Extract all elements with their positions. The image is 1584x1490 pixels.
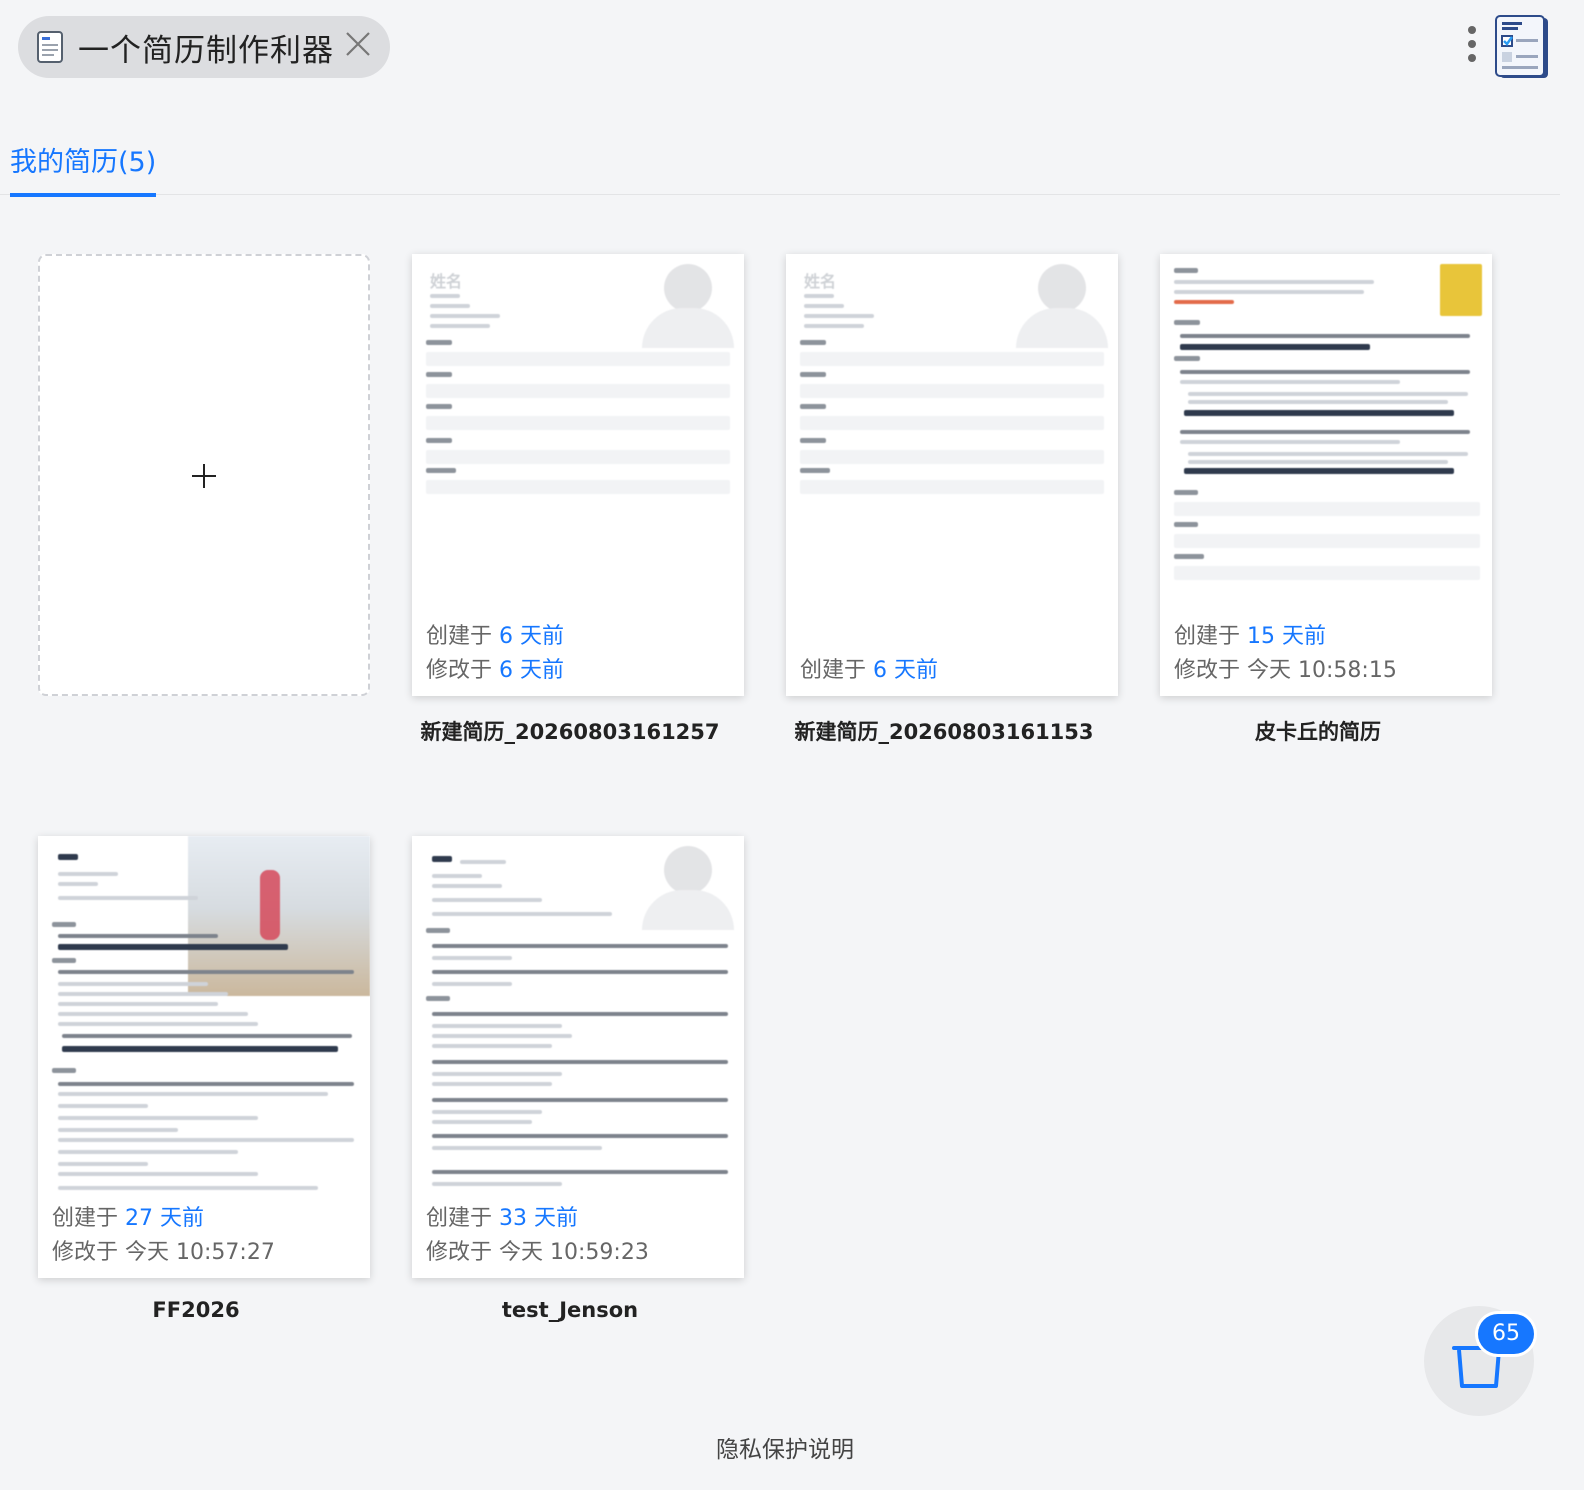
- more-vertical-icon[interactable]: [1462, 26, 1482, 70]
- person-figure: [260, 870, 280, 940]
- resume-file-icon: [36, 30, 66, 64]
- tab-bar: 我的简历(5): [0, 120, 1560, 197]
- resume-name[interactable]: FF2026: [30, 1298, 362, 1322]
- resume-name[interactable]: test_Jenson: [404, 1298, 736, 1322]
- resume-card-2[interactable]: 姓名 创建于 6 天前: [786, 254, 1118, 696]
- resume-card-4[interactable]: 创建于 27 天前 修改于 今天 10:57:27: [38, 836, 370, 1278]
- resume-name[interactable]: 新建简历_20260803161257: [404, 716, 736, 746]
- tab-my-resumes[interactable]: 我的简历(5): [10, 140, 157, 197]
- resume-meta: 创建于 33 天前 修改于 今天 10:59:23: [426, 1188, 730, 1270]
- resume-meta: 创建于 27 天前 修改于 今天 10:57:27: [52, 1188, 356, 1270]
- resume-thumbnail: 姓名: [786, 254, 1118, 696]
- resume-card-5[interactable]: 创建于 33 天前 修改于 今天 10:59:23: [412, 836, 744, 1278]
- resume-card-1[interactable]: 姓名 创建于 6 天前 修改于 6 天前: [412, 254, 744, 696]
- app-tab-chip[interactable]: 一个简历制作利器: [18, 16, 390, 78]
- resume-meta: 创建于 6 天前 修改于 6 天前: [426, 606, 730, 688]
- new-resume-card[interactable]: [38, 254, 370, 696]
- app-title: 一个简历制作利器: [78, 32, 334, 69]
- resume-meta: 创建于 15 天前 修改于 今天 10:58:15: [1174, 606, 1478, 688]
- trash-icon: [1424, 1346, 1534, 1420]
- resume-editor-logo: [1494, 14, 1552, 82]
- resume-card-3[interactable]: 创建于 15 天前 修改于 今天 10:58:15: [1160, 254, 1492, 696]
- trash-count-badge: 65: [1478, 1314, 1534, 1354]
- pikachu-photo: [1440, 264, 1482, 316]
- resume-name[interactable]: 皮卡丘的简历: [1152, 716, 1484, 746]
- resume-meta: 创建于 6 天前: [800, 640, 1104, 688]
- resume-name[interactable]: 新建简历_20260803161153: [778, 716, 1110, 746]
- privacy-policy-link[interactable]: 隐私保护说明: [0, 1430, 1570, 1464]
- close-icon[interactable]: [344, 30, 372, 64]
